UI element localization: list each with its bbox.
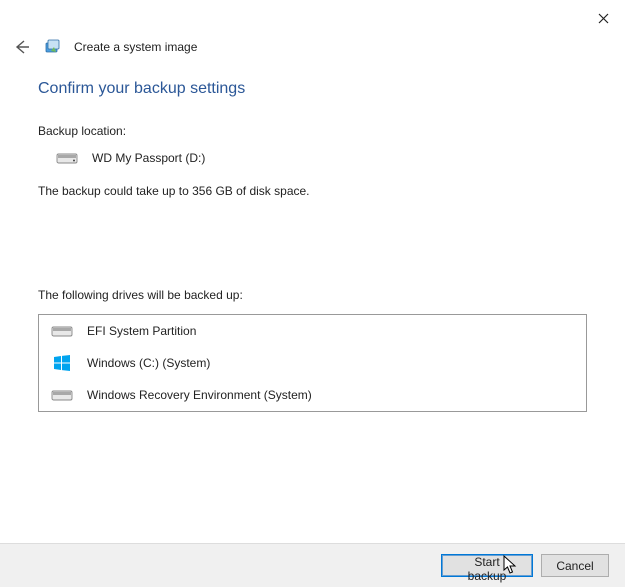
close-button[interactable]	[593, 8, 613, 28]
close-icon	[598, 13, 609, 24]
windows-logo-icon	[51, 355, 73, 371]
drives-section-label: The following drives will be backed up:	[38, 288, 587, 302]
window-title: Create a system image	[74, 40, 197, 54]
backup-location-label: Backup location:	[38, 124, 587, 138]
partition-icon	[51, 387, 73, 403]
back-button[interactable]	[10, 36, 32, 58]
drive-item: Windows Recovery Environment (System)	[39, 379, 586, 411]
backup-size-note: The backup could take up to 356 GB of di…	[38, 184, 587, 198]
backup-location-name: WD My Passport (D:)	[92, 151, 205, 165]
drive-label: EFI System Partition	[87, 324, 196, 338]
footer-bar: Start backup Cancel	[0, 543, 625, 587]
page-heading: Confirm your backup settings	[38, 80, 587, 98]
external-drive-icon	[56, 150, 78, 166]
drive-item: EFI System Partition	[39, 315, 586, 347]
drives-list: EFI System Partition Windows (C:) (Syste…	[38, 314, 587, 412]
drive-item: Windows (C:) (System)	[39, 347, 586, 379]
backup-location-row: WD My Passport (D:)	[38, 150, 587, 166]
drive-label: Windows Recovery Environment (System)	[87, 388, 312, 402]
cancel-button[interactable]: Cancel	[541, 554, 609, 577]
system-image-app-icon	[44, 38, 62, 56]
partition-icon	[51, 323, 73, 339]
back-arrow-icon	[12, 38, 30, 56]
drive-label: Windows (C:) (System)	[87, 356, 210, 370]
start-backup-button[interactable]: Start backup	[441, 554, 533, 577]
